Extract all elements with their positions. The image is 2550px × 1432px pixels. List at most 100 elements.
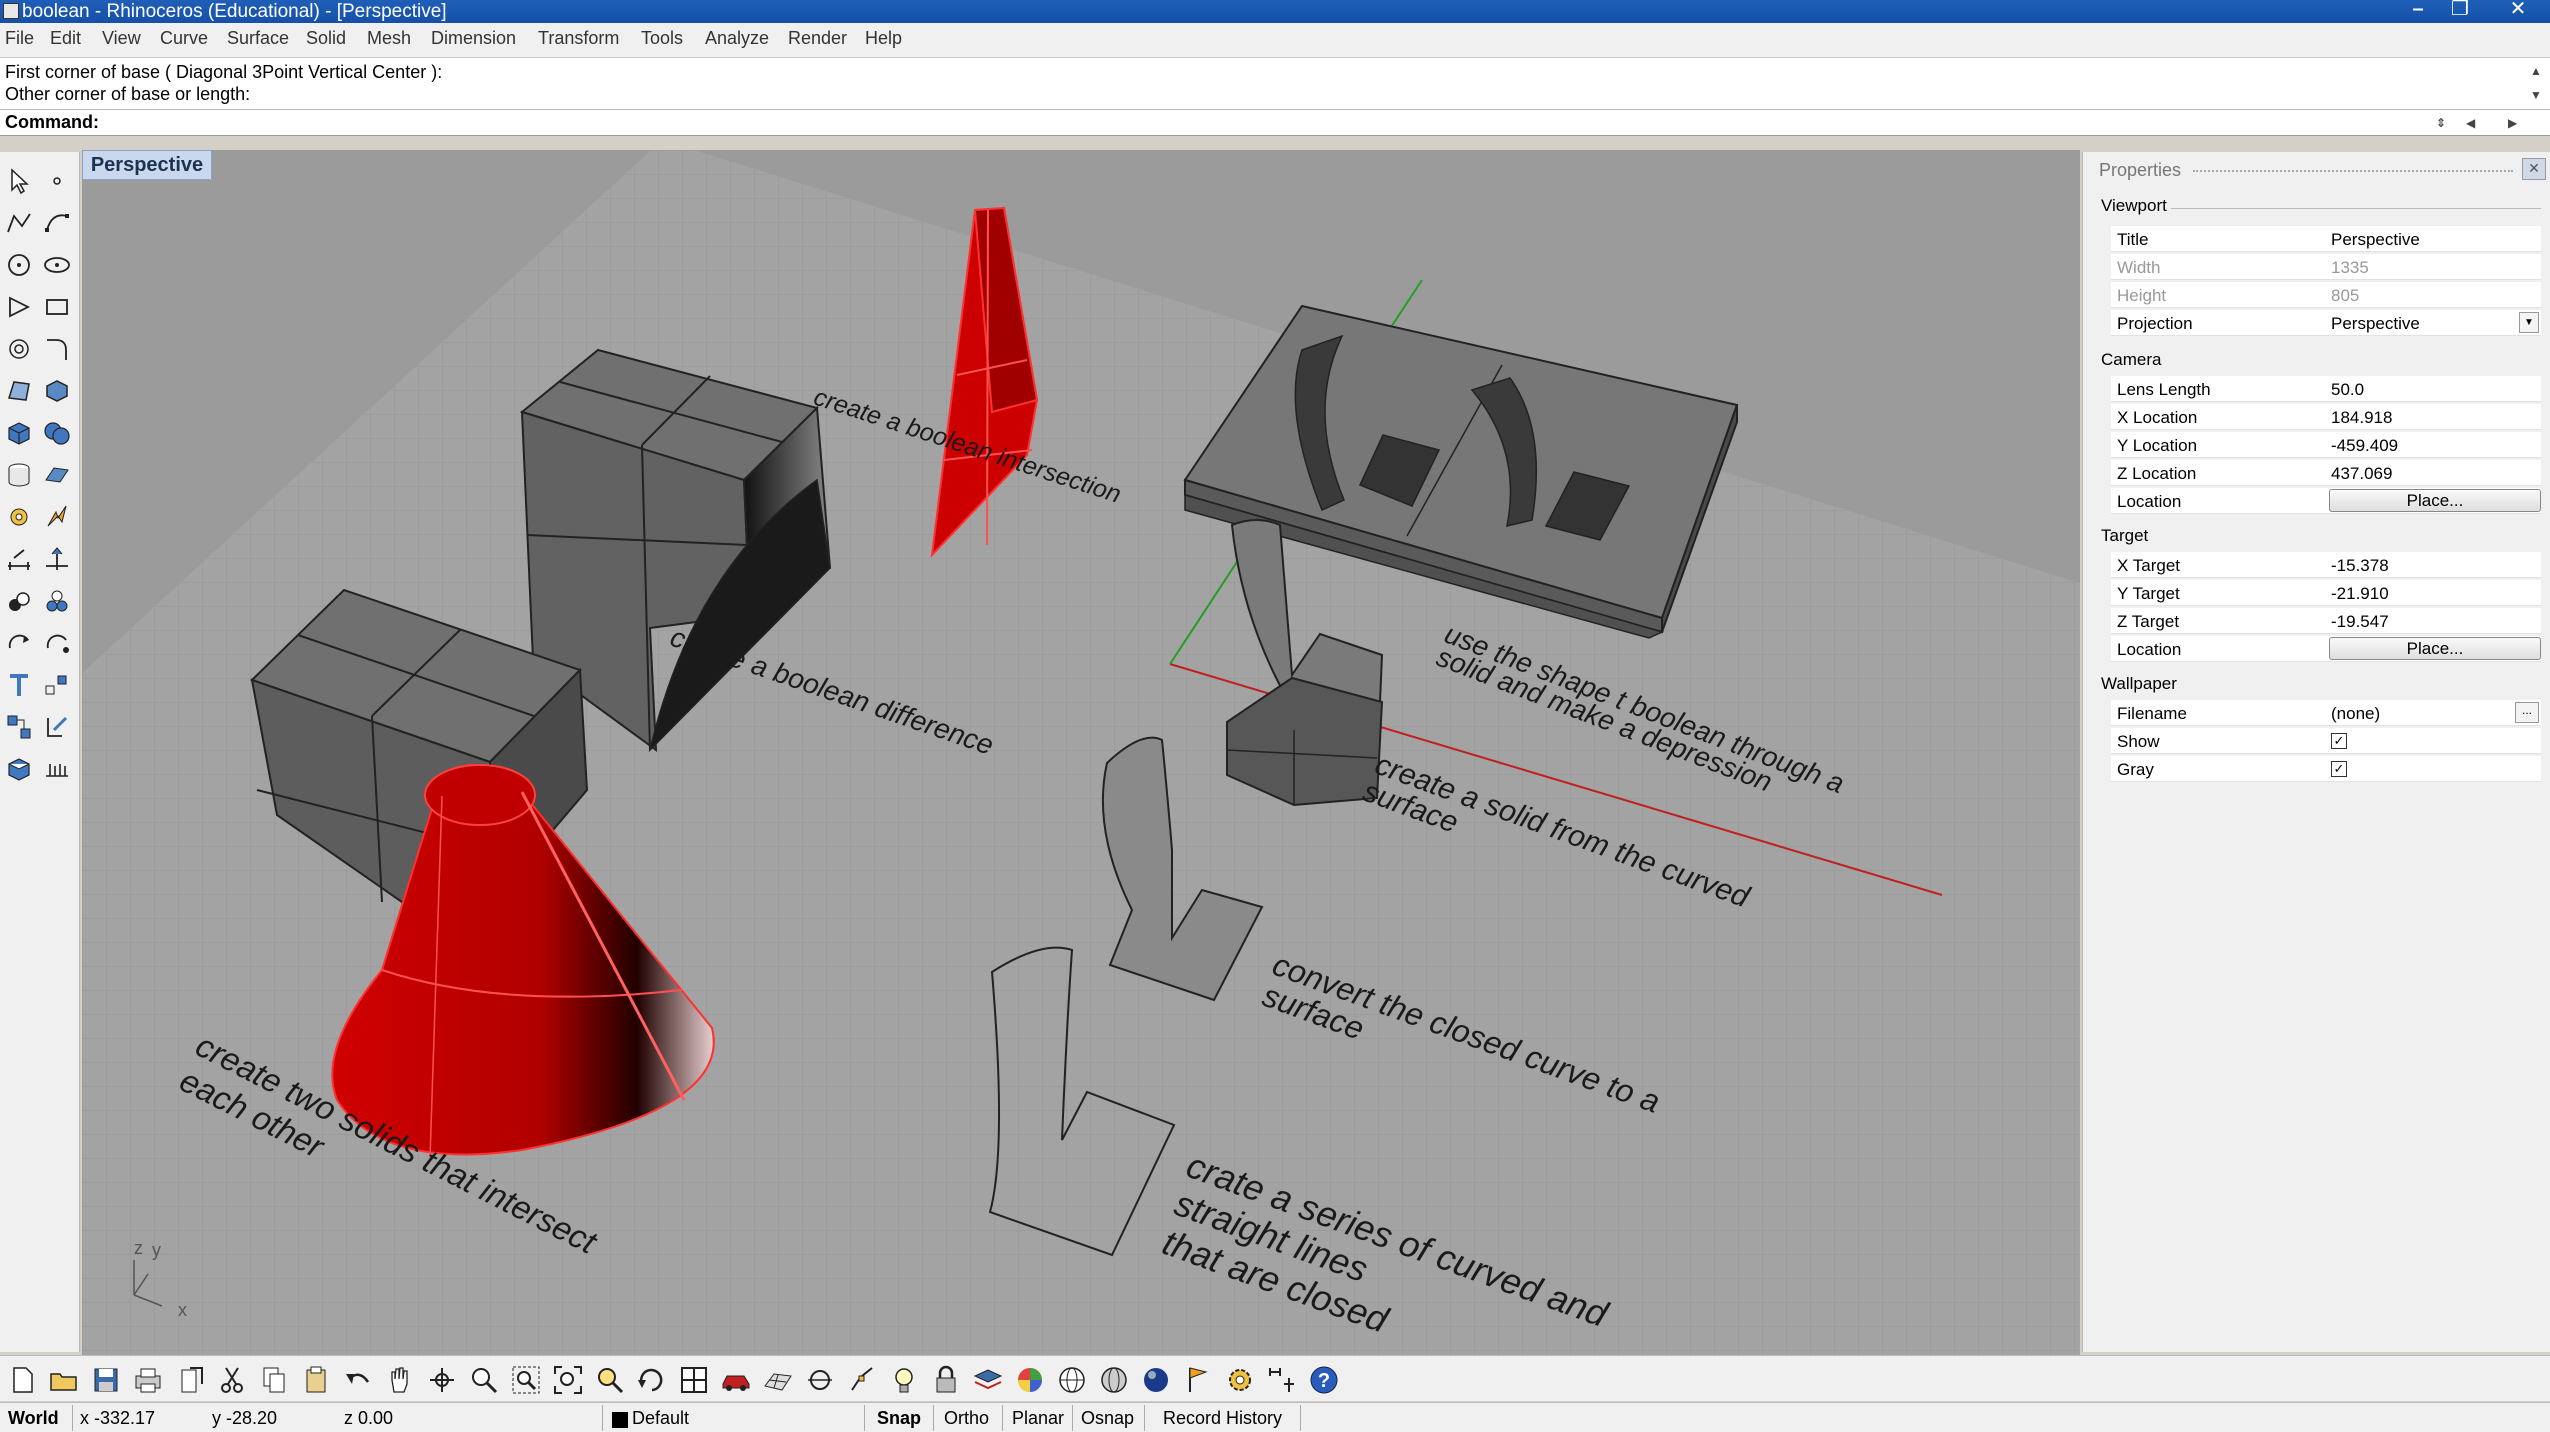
browse-button[interactable]: ... bbox=[2515, 702, 2539, 723]
viewport-tab-perspective[interactable]: Perspective bbox=[82, 150, 212, 180]
rendered-sphere-icon[interactable] bbox=[1138, 1362, 1174, 1398]
perspective-viewport[interactable]: z y x Perspective create a boolean inter… bbox=[82, 150, 2080, 1355]
dimension-toolbar-icon[interactable] bbox=[1264, 1362, 1300, 1398]
menu-render[interactable]: Render bbox=[788, 28, 847, 49]
command-spin-icon[interactable]: ⇕ bbox=[2436, 116, 2446, 130]
options-gear-icon[interactable] bbox=[1222, 1362, 1258, 1398]
ortho-toggle[interactable]: Ortho bbox=[944, 1408, 989, 1429]
light-bulb-icon[interactable] bbox=[886, 1362, 922, 1398]
copy-icon[interactable] bbox=[256, 1362, 292, 1398]
zoom-extents-icon[interactable] bbox=[550, 1362, 586, 1398]
prop-row-y-location[interactable]: Y Location -459.409 bbox=[2111, 432, 2541, 458]
lock-icon[interactable] bbox=[928, 1362, 964, 1398]
menu-tools[interactable]: Tools bbox=[641, 28, 683, 49]
prop-value[interactable]: 184.918 bbox=[2331, 408, 2392, 428]
zoom-icon[interactable] bbox=[466, 1362, 502, 1398]
print-icon[interactable] bbox=[130, 1362, 166, 1398]
group-icon[interactable] bbox=[2, 584, 36, 618]
zoom-window-icon[interactable] bbox=[508, 1362, 544, 1398]
planar-surface-icon[interactable] bbox=[40, 458, 74, 492]
offset-curve-icon[interactable] bbox=[2, 332, 36, 366]
save-icon[interactable] bbox=[88, 1362, 124, 1398]
prop-row-show[interactable]: Show ✓ bbox=[2111, 728, 2541, 754]
menu-analyze[interactable]: Analyze bbox=[705, 28, 769, 49]
prop-value[interactable]: 50.0 bbox=[2331, 380, 2364, 400]
scale-icon[interactable] bbox=[40, 626, 74, 660]
prop-row-x-location[interactable]: X Location 184.918 bbox=[2111, 404, 2541, 430]
rotate-icon[interactable] bbox=[2, 626, 36, 660]
planar-toggle[interactable]: Planar bbox=[1012, 1408, 1064, 1429]
four-viewports-icon[interactable] bbox=[676, 1362, 712, 1398]
projection-select[interactable]: Perspective bbox=[2331, 314, 2420, 334]
prop-row-projection[interactable]: Projection Perspective ▼ bbox=[2111, 310, 2541, 336]
menu-dimension[interactable]: Dimension bbox=[431, 28, 516, 49]
extrude-surface-icon[interactable] bbox=[40, 374, 74, 408]
command-prompt[interactable]: Command: ⇕ ◀ ▶ bbox=[0, 110, 2550, 136]
cplane-name[interactable]: World bbox=[8, 1408, 59, 1429]
command-left-icon[interactable]: ◀ bbox=[2466, 116, 2475, 130]
pan-hand-icon[interactable] bbox=[382, 1362, 418, 1398]
analyze-icon[interactable] bbox=[40, 584, 74, 618]
cplane-icon[interactable] bbox=[2, 752, 36, 786]
prop-row-title[interactable]: Title Perspective bbox=[2111, 226, 2541, 252]
curve-icon[interactable] bbox=[40, 206, 74, 240]
flag-icon[interactable] bbox=[1180, 1362, 1216, 1398]
point-icon[interactable] bbox=[40, 164, 74, 198]
close-button[interactable]: ✕ bbox=[2498, 0, 2538, 20]
prop-value[interactable]: -19.547 bbox=[2331, 612, 2389, 632]
gray-checkbox[interactable]: ✓ bbox=[2331, 761, 2347, 777]
polyline-icon[interactable] bbox=[2, 206, 36, 240]
select-arrow-icon[interactable] bbox=[2, 164, 36, 198]
menu-mesh[interactable]: Mesh bbox=[367, 28, 411, 49]
zoom-selected-icon[interactable] bbox=[592, 1362, 628, 1398]
grid-ruler-icon[interactable] bbox=[40, 752, 74, 786]
history-scroll-down-icon[interactable]: ▼ bbox=[2530, 88, 2542, 102]
command-right-icon[interactable]: ▶ bbox=[2508, 116, 2517, 130]
chevron-down-icon[interactable]: ▼ bbox=[2519, 312, 2539, 333]
target-place-button[interactable]: Place... bbox=[2329, 637, 2541, 660]
boolean-union-icon[interactable] bbox=[40, 416, 74, 450]
undo-icon[interactable] bbox=[340, 1362, 376, 1398]
current-layer[interactable]: Default bbox=[632, 1408, 689, 1429]
snap-toggle[interactable]: Snap bbox=[877, 1408, 921, 1429]
prop-value[interactable]: -459.409 bbox=[2331, 436, 2398, 456]
prop-row-x-target[interactable]: X Target -15.378 bbox=[2111, 552, 2541, 578]
dimension-icon[interactable] bbox=[2, 542, 36, 576]
rectangle-icon[interactable] bbox=[40, 290, 74, 324]
layer-icon[interactable] bbox=[970, 1362, 1006, 1398]
mesh-gear-icon[interactable] bbox=[2, 500, 36, 534]
circle-icon[interactable] bbox=[2, 248, 36, 282]
camera-place-button[interactable]: Place... bbox=[2329, 489, 2541, 512]
help-icon[interactable]: ? bbox=[1306, 1362, 1342, 1398]
prop-value[interactable]: -21.910 bbox=[2331, 584, 2389, 604]
prop-row-filename[interactable]: Filename (none)... bbox=[2111, 700, 2541, 726]
history-scroll-up-icon[interactable]: ▲ bbox=[2530, 64, 2542, 78]
menu-solid[interactable]: Solid bbox=[306, 28, 346, 49]
fillet-curve-icon[interactable] bbox=[40, 332, 74, 366]
edit-points-icon[interactable] bbox=[40, 710, 74, 744]
prop-value[interactable]: -15.378 bbox=[2331, 556, 2389, 576]
show-checkbox[interactable]: ✓ bbox=[2331, 733, 2347, 749]
menu-help[interactable]: Help bbox=[865, 28, 902, 49]
new-file-icon[interactable] bbox=[4, 1362, 40, 1398]
menu-file[interactable]: File bbox=[5, 28, 34, 49]
menu-edit[interactable]: Edit bbox=[50, 28, 81, 49]
wireframe-sphere-icon[interactable] bbox=[1054, 1362, 1090, 1398]
render-lightning-icon[interactable] bbox=[40, 500, 74, 534]
blocks-icon[interactable] bbox=[2, 710, 36, 744]
box-icon[interactable] bbox=[2, 416, 36, 450]
array-icon[interactable] bbox=[40, 668, 74, 702]
prop-row-z-location[interactable]: Z Location 437.069 bbox=[2111, 460, 2541, 486]
panel-grip[interactable] bbox=[2193, 170, 2513, 172]
rotate-view-icon[interactable] bbox=[424, 1362, 460, 1398]
menu-surface[interactable]: Surface bbox=[227, 28, 289, 49]
prop-row-gray[interactable]: Gray ✓ bbox=[2111, 756, 2541, 782]
prop-value[interactable]: 437.069 bbox=[2331, 464, 2392, 484]
prop-row-lens-length[interactable]: Lens Length 50.0 bbox=[2111, 376, 2541, 402]
cut-icon[interactable] bbox=[214, 1362, 250, 1398]
open-folder-icon[interactable] bbox=[46, 1362, 82, 1398]
menu-curve[interactable]: Curve bbox=[160, 28, 208, 49]
close-icon[interactable]: ✕ bbox=[2522, 158, 2546, 180]
surface-icon[interactable] bbox=[2, 374, 36, 408]
ellipse-icon[interactable] bbox=[40, 248, 74, 282]
